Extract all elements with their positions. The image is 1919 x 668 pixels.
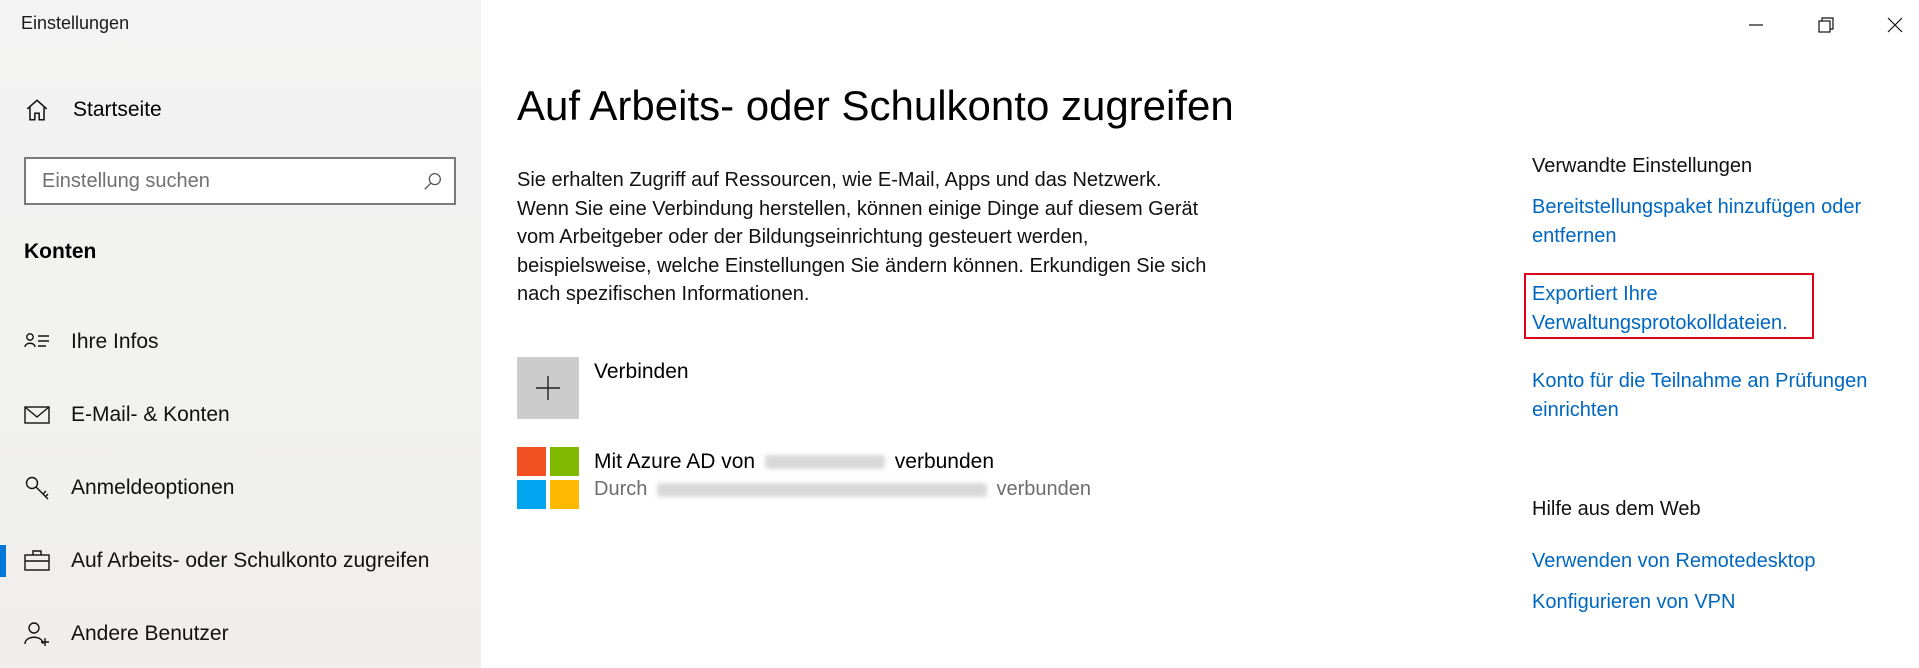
connect-label[interactable]: Verbinden	[594, 360, 689, 384]
home-icon	[26, 99, 48, 121]
sidebar-item-label: Ihre Infos	[71, 330, 159, 353]
redacted-email	[656, 482, 987, 497]
account-detail: Durch verbunden	[594, 478, 1091, 501]
sidebar-item-andere-benutzer[interactable]: Andere Benutzer	[0, 610, 481, 658]
link-pruefungskonto[interactable]: Konto für die Teilnahme an Prüfungen ein…	[1532, 367, 1902, 424]
plus-icon	[536, 376, 560, 400]
search-icon[interactable]	[422, 170, 444, 192]
active-indicator	[0, 545, 6, 577]
restore-icon	[1818, 17, 1834, 33]
search-input[interactable]	[26, 159, 422, 203]
redacted-org-name	[764, 455, 885, 470]
account-entry[interactable]: Mit Azure AD von verbunden	[594, 450, 994, 474]
account-detail-prefix: Durch	[594, 478, 648, 500]
sidebar-item-label: Andere Benutzer	[71, 622, 229, 645]
close-icon	[1887, 17, 1903, 33]
logo-green-square	[550, 447, 579, 476]
account-detail-suffix: verbunden	[996, 478, 1092, 500]
logo-red-square	[517, 447, 546, 476]
sidebar-item-label: Anmeldeoptionen	[71, 476, 235, 499]
home-nav[interactable]: Startseite	[24, 94, 162, 126]
sidebar-item-email-konten[interactable]: E-Mail- & Konten	[0, 391, 481, 439]
home-label: Startseite	[73, 98, 162, 121]
minimize-icon	[1749, 24, 1763, 26]
page-title: Auf Arbeits- oder Schulkonto zugreifen	[517, 82, 1234, 129]
connect-button[interactable]	[517, 357, 579, 419]
related-settings-heading: Verwandte Einstellungen	[1532, 155, 1753, 177]
restore-button[interactable]	[1806, 8, 1846, 42]
web-help-heading: Hilfe aus dem Web	[1532, 498, 1701, 520]
app-title: Einstellungen	[21, 13, 130, 33]
sidebar-item-label: E-Mail- & Konten	[71, 403, 230, 426]
search-box[interactable]	[24, 157, 456, 205]
logo-yellow-square	[550, 480, 579, 509]
minimize-button[interactable]	[1736, 8, 1776, 42]
sidebar-item-arbeits-schulkonto[interactable]: Auf Arbeits- oder Schulkonto zugreifen	[0, 537, 481, 585]
key-icon	[25, 476, 49, 500]
person-card-icon	[24, 333, 49, 348]
person-add-icon	[24, 622, 49, 646]
sidebar-item-ihre-infos[interactable]: Ihre Infos	[0, 318, 481, 366]
close-button[interactable]	[1875, 8, 1915, 42]
account-prefix: Mit Azure AD von	[594, 450, 756, 473]
sidebar-item-label: Auf Arbeits- oder Schulkonto zugreifen	[71, 549, 430, 572]
link-vpn[interactable]: Konfigurieren von VPN	[1532, 588, 1902, 617]
microsoft-logo-icon	[517, 447, 579, 509]
section-title: Konten	[24, 240, 97, 263]
page-description: Sie erhalten Zugriff auf Ressourcen, wie…	[517, 169, 1207, 305]
sidebar-item-anmeldeoptionen[interactable]: Anmeldeoptionen	[0, 464, 481, 512]
briefcase-icon	[24, 550, 50, 571]
link-remotedesktop[interactable]: Verwenden von Remotedesktop	[1532, 547, 1902, 576]
account-suffix: verbunden	[894, 450, 995, 473]
logo-blue-square	[517, 480, 546, 509]
mail-icon	[24, 406, 50, 424]
sidebar: Einstellungen Startseite Konten Ihre Inf…	[0, 0, 481, 668]
link-export-logs[interactable]: Exportiert Ihre Verwaltungsprotokolldate…	[1532, 280, 1792, 337]
link-bereitstellungspaket[interactable]: Bereitstellungspaket hinzufügen oder ent…	[1532, 193, 1902, 250]
